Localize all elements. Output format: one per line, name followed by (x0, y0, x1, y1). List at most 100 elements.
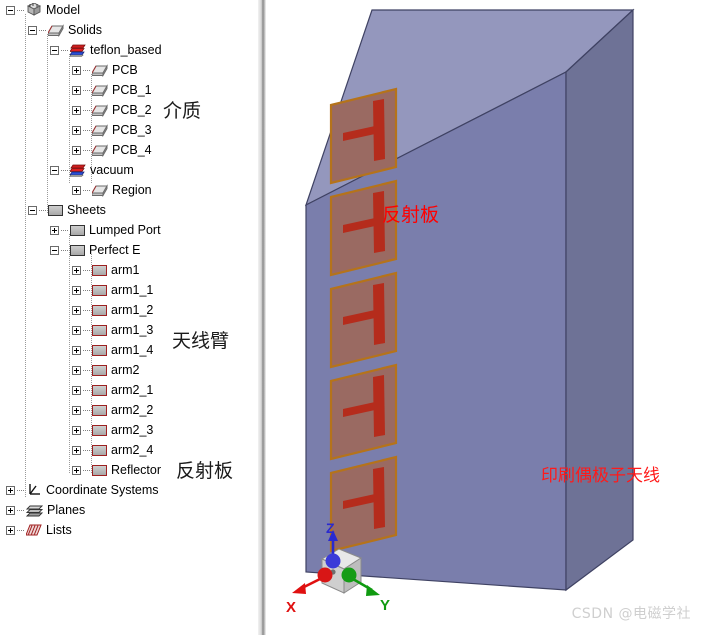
solid-slab-icon (47, 23, 64, 37)
gizmo-y-label: Y (380, 597, 390, 614)
tree-annotation-label: 天线臂 (172, 330, 230, 352)
collapse-icon[interactable] (50, 45, 59, 55)
tree-item-planes[interactable]: Planes (6, 500, 85, 520)
tree-item-pcb-4[interactable]: PCB_4 (72, 140, 152, 160)
gizmo-y-arrow (366, 585, 380, 596)
expand-icon[interactable] (72, 85, 81, 95)
csdn-watermark: CSDN @电磁学社 (571, 606, 691, 622)
hfss-model-window: Model Solids teflon_based PCB PCB_1 PCB_2 PCB_… (0, 0, 707, 635)
expand-icon[interactable] (72, 405, 81, 415)
coordinate-axes-gizmo[interactable]: Z X Y (282, 517, 392, 622)
tree-item-arm1-2[interactable]: arm1_2 (72, 300, 153, 320)
tree-item-label: arm1_3 (111, 323, 154, 337)
tree-item-region[interactable]: Region (72, 180, 152, 200)
sheet-rect-icon (70, 224, 85, 236)
expand-icon[interactable] (72, 445, 81, 455)
tree-item-sheets[interactable]: Sheets (28, 200, 106, 220)
tree-item-pcb-1[interactable]: PCB_1 (72, 80, 152, 100)
tree-item-arm1[interactable]: arm1 (72, 260, 139, 280)
expand-icon[interactable] (72, 145, 81, 155)
tree-item-label: arm2_2 (111, 403, 154, 417)
gizmo-x-arrow (292, 583, 306, 594)
expand-icon[interactable] (72, 185, 81, 195)
expand-icon[interactable] (72, 305, 81, 315)
tree-item-pcb-3[interactable]: PCB_3 (72, 120, 152, 140)
tree-item-label: arm2_4 (111, 443, 154, 457)
tree-guide-line (25, 14, 26, 498)
tree-item-coordinate-systems[interactable]: Coordinate Systems (6, 480, 159, 500)
tree-item-arm1-3[interactable]: arm1_3 (72, 320, 153, 340)
tree-item-arm2-2[interactable]: arm2_2 (72, 400, 153, 420)
collapse-icon[interactable] (28, 205, 37, 215)
tree-item-pcb-2[interactable]: PCB_2 (72, 100, 152, 120)
expand-icon[interactable] (72, 345, 81, 355)
tree-connector (61, 49, 68, 51)
expand-icon[interactable] (72, 265, 81, 275)
collapse-icon[interactable] (50, 245, 59, 255)
tree-annotation-label: 反射板 (176, 460, 234, 482)
expand-icon[interactable] (6, 485, 15, 495)
collapse-icon[interactable] (6, 5, 15, 15)
panel-splitter[interactable] (258, 0, 266, 635)
tree-item-label: PCB_1 (112, 83, 152, 97)
sheet-rect-red-icon (92, 464, 107, 476)
planes-icon (25, 504, 44, 517)
gizmo-y-ball (341, 567, 357, 583)
sheet-rect-red-icon (92, 364, 107, 376)
tree-item-label: arm1_1 (111, 283, 154, 297)
expand-icon[interactable] (72, 125, 81, 135)
collapse-icon[interactable] (50, 165, 59, 175)
tree-item-label: arm1 (111, 263, 140, 277)
sheet-rect-red-icon (92, 424, 107, 436)
tree-connector (39, 209, 46, 211)
tree-item-perfect-e[interactable]: Perfect E (50, 240, 140, 260)
tree-connector (83, 309, 90, 311)
solid-slab-icon (91, 183, 108, 197)
expand-icon[interactable] (72, 65, 81, 75)
expand-icon[interactable] (72, 325, 81, 335)
tree-item-label: Region (112, 183, 152, 197)
model-3d-viewport[interactable]: Z X Y 反射板 印刷偶极子天线 CSDN @电磁学社 (266, 0, 707, 635)
tree-annotation-label: 介质 (163, 100, 202, 122)
tree-item-vacuum[interactable]: vacuum (50, 160, 134, 180)
tree-item-solids[interactable]: Solids (28, 20, 102, 40)
tree-connector (83, 289, 90, 291)
tree-item-arm1-1[interactable]: arm1_1 (72, 280, 153, 300)
expand-icon[interactable] (72, 385, 81, 395)
tree-item-arm2[interactable]: arm2 (72, 360, 139, 380)
lists-icon (25, 524, 42, 537)
tree-item-arm2-3[interactable]: arm2_3 (72, 420, 153, 440)
tree-item-label: arm2 (111, 363, 140, 377)
tree-item-teflon-based[interactable]: teflon_based (50, 40, 162, 60)
tree-connector (83, 449, 90, 451)
tree-item-label: Lumped Port (89, 223, 161, 237)
tree-item-model[interactable]: Model (6, 0, 80, 20)
tree-item-reflector[interactable]: Reflector (72, 460, 161, 480)
tree-item-label: Reflector (111, 463, 162, 477)
tree-connector (17, 9, 24, 11)
reflector-right-face (565, 8, 634, 592)
collapse-icon[interactable] (28, 25, 37, 35)
tree-item-arm2-1[interactable]: arm2_1 (72, 380, 153, 400)
sheet-rect-red-icon (92, 384, 107, 396)
expand-icon[interactable] (72, 465, 81, 475)
sheet-rect-red-icon (92, 264, 107, 276)
sheet-rect-red-icon (92, 304, 107, 316)
expand-icon[interactable] (6, 505, 15, 515)
tree-item-label: arm2_3 (111, 423, 154, 437)
expand-icon[interactable] (50, 225, 59, 235)
expand-icon[interactable] (6, 525, 15, 535)
tree-item-arm1-4[interactable]: arm1_4 (72, 340, 153, 360)
expand-icon[interactable] (72, 285, 81, 295)
expand-icon[interactable] (72, 105, 81, 115)
tree-connector (83, 89, 90, 91)
viewport-annotation-label: 反射板 (382, 204, 440, 226)
gizmo-x-label: X (286, 599, 296, 616)
expand-icon[interactable] (72, 365, 81, 375)
project-tree-panel[interactable]: Model Solids teflon_based PCB PCB_1 PCB_2 PCB_… (0, 0, 258, 635)
tree-item-arm2-4[interactable]: arm2_4 (72, 440, 153, 460)
expand-icon[interactable] (72, 425, 81, 435)
tree-item-lumped-port[interactable]: Lumped Port (50, 220, 161, 240)
tree-item-lists[interactable]: Lists (6, 520, 72, 540)
tree-item-pcb[interactable]: PCB (72, 60, 138, 80)
